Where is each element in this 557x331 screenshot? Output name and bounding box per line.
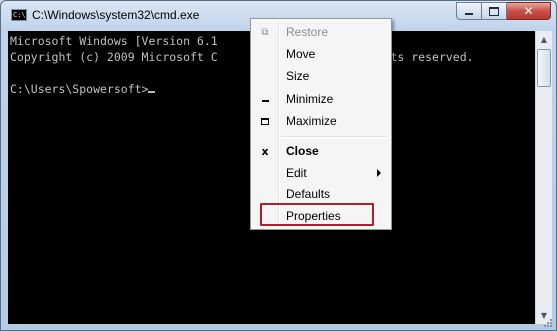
menu-item-close[interactable]: x Close	[253, 140, 389, 162]
minimize-icon	[253, 88, 277, 110]
menu-item-move[interactable]: Move	[253, 43, 389, 65]
menu-item-restore[interactable]: ⧉ Restore	[253, 21, 389, 43]
menu-item-label: Maximize	[286, 114, 337, 128]
caption-buttons: ✕	[456, 2, 551, 21]
menu-item-maximize[interactable]: Maximize	[253, 110, 389, 132]
menu-item-minimize[interactable]: Minimize	[253, 88, 389, 110]
properties-highlight-box	[260, 203, 374, 226]
window-title: C:\Windows\system32\cmd.exe	[32, 8, 200, 22]
console-line-2: Copyright (c) 2009 Microsoft C	[10, 50, 218, 64]
scrollbar-thumb[interactable]	[537, 49, 551, 87]
close-button[interactable]: ✕	[507, 2, 551, 20]
menu-item-size[interactable]: Size	[253, 65, 389, 87]
console-line-1: Microsoft Windows [Version 6.1	[10, 34, 218, 48]
scroll-up-arrow-icon[interactable]: ▲	[536, 31, 552, 48]
resize-grip-icon[interactable]	[541, 318, 553, 330]
cmd-icon[interactable]: C:\	[11, 9, 27, 21]
menu-item-label: Minimize	[286, 92, 334, 106]
submenu-arrow-icon	[377, 169, 381, 177]
menu-item-label: Close	[286, 144, 319, 158]
maximize-button[interactable]	[482, 2, 507, 20]
cmd-icon-text: C:\	[13, 11, 26, 19]
menu-item-label: Size	[286, 69, 310, 83]
maximize-icon	[253, 110, 277, 132]
menu-item-label: Restore	[286, 25, 329, 39]
maximize-icon	[489, 6, 499, 16]
minimize-button[interactable]	[456, 2, 482, 20]
restore-icon: ⧉	[261, 26, 269, 38]
menu-separator	[281, 136, 387, 138]
text-cursor	[148, 91, 156, 93]
close-icon: ✕	[523, 4, 534, 18]
menu-item-edit[interactable]: Edit	[253, 162, 389, 184]
console-prompt: C:\Users\Spowersoft>	[10, 82, 149, 96]
vertical-scrollbar[interactable]: ▲ ▼	[535, 31, 552, 324]
menu-item-label: Move	[286, 47, 316, 61]
menu-item-label: Edit	[286, 166, 307, 180]
window-bottom-frame	[1, 319, 556, 331]
close-icon: x	[261, 144, 269, 158]
menu-item-defaults[interactable]: Defaults	[253, 183, 389, 205]
menu-item-label: Defaults	[286, 187, 331, 201]
system-context-menu: ⧉ Restore Move Size Minimize Maximize x …	[250, 18, 392, 230]
minimize-icon	[465, 13, 473, 15]
